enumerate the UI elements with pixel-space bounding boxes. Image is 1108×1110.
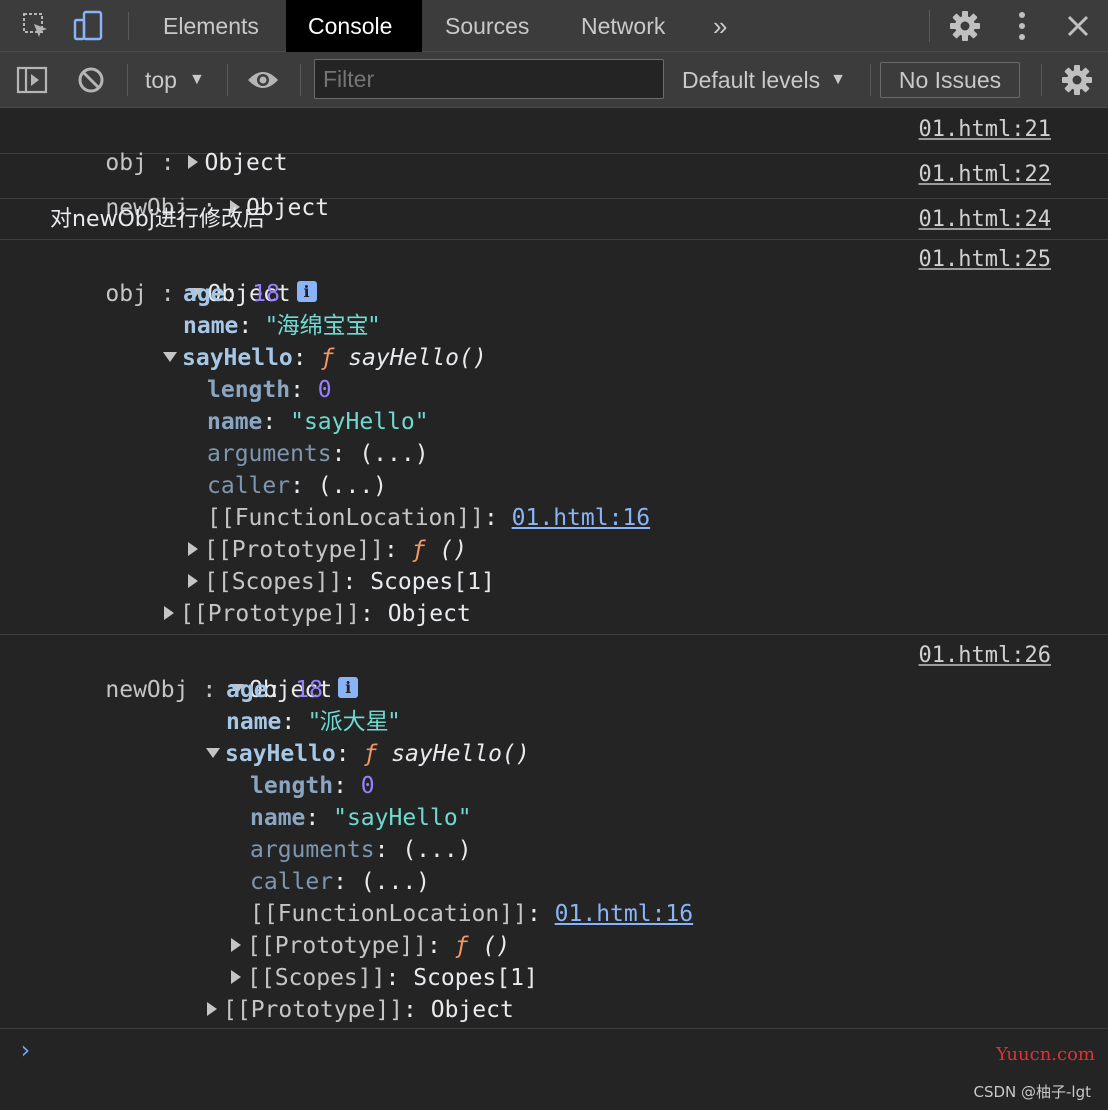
- property-row[interactable]: caller: (...): [207, 470, 387, 502]
- toolbar-divider: [300, 64, 301, 96]
- property-row[interactable]: sayHello: ƒ sayHello(): [163, 342, 487, 374]
- property-row: name: "sayHello": [207, 409, 429, 435]
- toolbar-divider: [870, 64, 871, 96]
- source-link[interactable]: 01.html:22: [919, 159, 1051, 191]
- property-row[interactable]: [[Scopes]]: Scopes[1]: [231, 962, 538, 994]
- console-settings-gear-icon[interactable]: [1061, 52, 1093, 108]
- more-tabs-icon[interactable]: »: [691, 0, 749, 52]
- issues-button[interactable]: No Issues: [880, 62, 1020, 98]
- source-link[interactable]: 01.html:24: [919, 204, 1051, 236]
- kebab-menu-icon[interactable]: [1006, 0, 1038, 52]
- property-row: name: "海绵宝宝": [183, 313, 380, 339]
- log-label: obj :: [105, 281, 189, 307]
- property-row: age: 18: [226, 677, 323, 703]
- expand-triangle-icon[interactable]: [188, 573, 198, 588]
- property-row: length: 0: [250, 773, 375, 799]
- info-icon[interactable]: i: [296, 281, 317, 302]
- watermark-site: Yuucn.com: [996, 1044, 1095, 1065]
- toolbar-divider: [227, 64, 228, 96]
- tab-console[interactable]: Console: [286, 0, 422, 52]
- toolbar-divider: [1041, 64, 1042, 96]
- source-link[interactable]: 01.html:21: [919, 114, 1051, 146]
- expand-triangle-icon[interactable]: [231, 969, 241, 984]
- function-location-link[interactable]: 01.html:16: [512, 505, 650, 531]
- devtools-tab-bar: Elements Console Sources Network »: [0, 0, 1108, 52]
- watermark-credit: CSDN @柚子-lgt: [973, 1083, 1091, 1101]
- filter-input[interactable]: [314, 59, 664, 99]
- property-row: name: "sayHello": [250, 805, 472, 831]
- property-row: [[FunctionLocation]]: 01.html:16: [250, 901, 694, 927]
- function-location-link[interactable]: 01.html:16: [555, 901, 693, 927]
- log-label: newObj :: [105, 677, 231, 703]
- tab-network[interactable]: Network: [559, 0, 687, 52]
- property-row[interactable]: arguments: (...): [250, 834, 472, 866]
- property-row[interactable]: arguments: (...): [207, 438, 429, 470]
- property-row[interactable]: sayHello: ƒ sayHello(): [206, 738, 530, 770]
- log-levels-dropdown[interactable]: Default levels ▼: [682, 52, 846, 108]
- chevron-down-icon: ▼: [830, 71, 846, 88]
- property-row[interactable]: [[Prototype]]: ƒ (): [231, 930, 510, 962]
- property-row[interactable]: caller: (...): [250, 866, 430, 898]
- property-row[interactable]: [[Prototype]]: Object: [164, 598, 471, 630]
- console-message: 对newObj进行修改后 01.html:24: [0, 199, 1108, 240]
- expand-triangle-icon[interactable]: [164, 605, 174, 620]
- context-selector[interactable]: top ▼: [145, 52, 205, 108]
- collapse-triangle-icon[interactable]: [163, 351, 177, 362]
- inspect-element-icon[interactable]: [18, 0, 54, 52]
- console-message: obj : Object 01.html:21: [0, 108, 1108, 176]
- source-link[interactable]: 01.html:25: [919, 244, 1051, 276]
- tab-sources[interactable]: Sources: [423, 0, 551, 52]
- expand-triangle-icon[interactable]: [188, 541, 198, 556]
- live-expression-eye-icon[interactable]: [246, 52, 280, 108]
- console-message: 01.html:25 obj : Object i age: 18 name: "…: [0, 240, 1108, 635]
- console-message: 01.html:26 newObj : Object i age: 18 name…: [0, 635, 1108, 1029]
- close-icon[interactable]: [1063, 0, 1093, 52]
- property-row[interactable]: [[Scopes]]: Scopes[1]: [188, 566, 495, 598]
- toolbar-divider: [128, 12, 129, 40]
- expand-triangle-icon[interactable]: [231, 937, 241, 952]
- clear-console-icon[interactable]: [77, 52, 105, 108]
- chevron-down-icon: ▼: [188, 71, 205, 88]
- console-prompt[interactable]: ›: [18, 1036, 32, 1064]
- property-row: length: 0: [207, 377, 332, 403]
- log-text: 对newObj进行修改后: [50, 207, 265, 232]
- log-levels-label: Default levels: [682, 66, 821, 93]
- info-icon[interactable]: i: [338, 677, 359, 698]
- tab-elements[interactable]: Elements: [141, 0, 281, 52]
- property-row[interactable]: [[Prototype]]: Object: [207, 994, 514, 1026]
- property-row[interactable]: [[Prototype]]: ƒ (): [188, 534, 467, 566]
- collapse-triangle-icon[interactable]: [206, 747, 220, 758]
- property-row: [[FunctionLocation]]: 01.html:16: [207, 505, 651, 531]
- console-message: newObj : Object 01.html:22: [0, 154, 1108, 221]
- source-link[interactable]: 01.html:26: [919, 640, 1051, 672]
- console-toolbar: top ▼ Default levels ▼ No Issues: [0, 52, 1108, 108]
- sidebar-toggle-icon[interactable]: [16, 52, 48, 108]
- settings-gear-icon[interactable]: [947, 0, 983, 52]
- property-row: name: "派大星": [226, 709, 400, 735]
- property-row: age: 18: [183, 281, 280, 307]
- toolbar-divider: [929, 10, 930, 42]
- expand-triangle-icon[interactable]: [207, 1001, 217, 1016]
- device-toolbar-icon[interactable]: [70, 0, 106, 52]
- context-selector-value: top: [145, 66, 177, 93]
- toolbar-divider: [127, 64, 128, 96]
